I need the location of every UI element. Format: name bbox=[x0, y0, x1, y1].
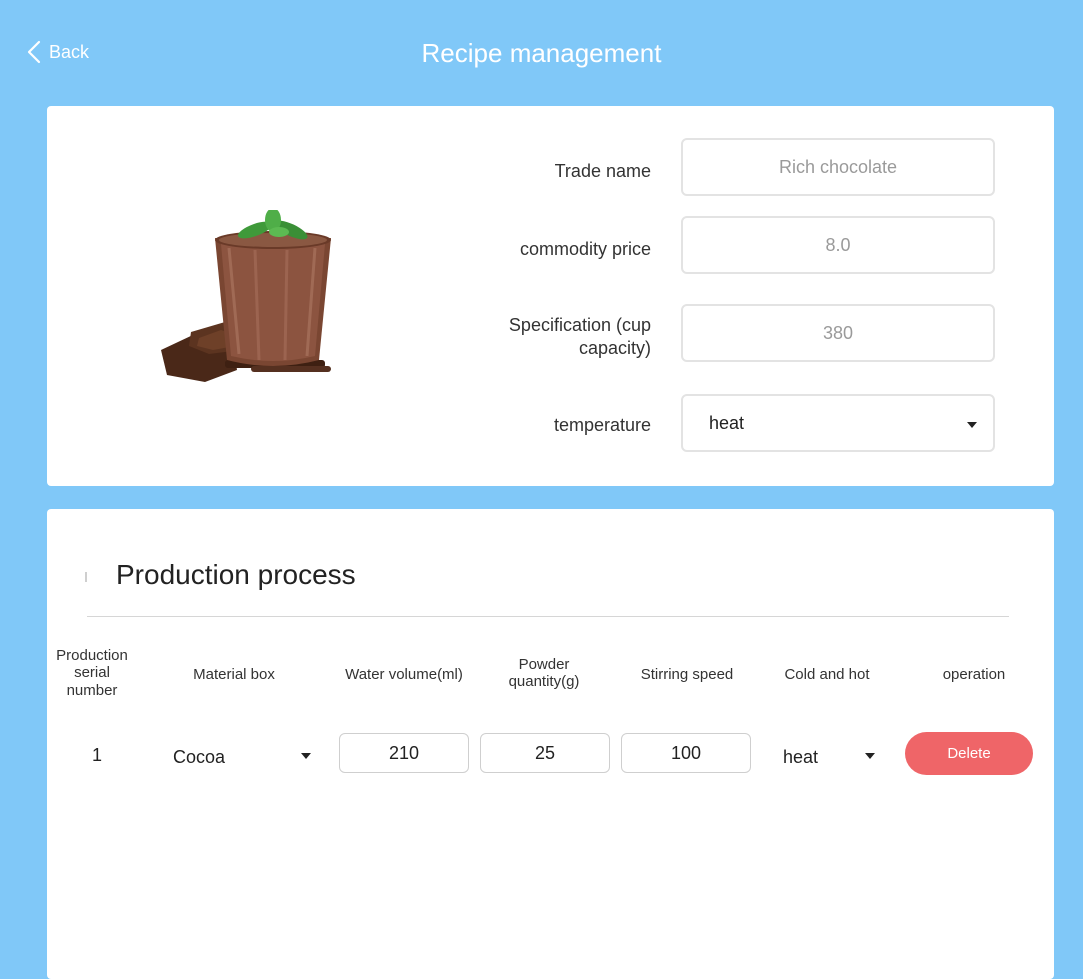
temperature-select[interactable]: heat bbox=[681, 394, 995, 452]
dropdown-caret-icon bbox=[967, 422, 977, 428]
section-title: Production process bbox=[116, 559, 356, 590]
col-header-serial: Production serial number bbox=[56, 647, 128, 699]
price-field[interactable]: 8.0 bbox=[681, 216, 995, 274]
dropdown-caret-icon bbox=[865, 753, 875, 759]
col-header-operation: operation bbox=[942, 666, 1006, 683]
header: Back Recipe management bbox=[0, 0, 1083, 106]
cold-hot-value: heat bbox=[783, 747, 819, 767]
material-value: Cocoa bbox=[173, 747, 226, 767]
stirring-speed-input[interactable]: 100 bbox=[621, 733, 751, 773]
price-label: commodity price bbox=[519, 239, 651, 259]
temperature-label: temperature bbox=[553, 415, 651, 435]
serial-cell: 1 bbox=[92, 745, 103, 765]
delete-button[interactable]: Delete bbox=[905, 732, 1033, 775]
product-info-card: Trade name Rich chocolate commodity pric… bbox=[47, 106, 1054, 486]
col-header-material: Material box bbox=[193, 666, 275, 683]
section-divider bbox=[87, 616, 1009, 617]
col-header-water: Water volume(ml) bbox=[345, 666, 463, 683]
chocolate-drink-image bbox=[161, 210, 331, 382]
section-marker bbox=[85, 572, 87, 582]
water-volume-input[interactable]: 210 bbox=[339, 733, 469, 773]
col-header-cold-hot: Cold and hot bbox=[784, 666, 870, 683]
production-process-card: Production process Production serial num… bbox=[47, 509, 1054, 979]
spec-field[interactable]: 380 bbox=[681, 304, 995, 362]
col-header-powder: Powder quantity(g) bbox=[508, 656, 580, 691]
page-title: Recipe management bbox=[421, 38, 662, 68]
temperature-value: heat bbox=[709, 412, 745, 433]
dropdown-caret-icon bbox=[301, 753, 311, 759]
material-select[interactable]: Cocoa bbox=[163, 735, 313, 775]
trade-name-label: Trade name bbox=[554, 161, 651, 181]
powder-quantity-input[interactable]: 25 bbox=[480, 733, 610, 773]
cold-hot-select[interactable]: heat bbox=[779, 735, 879, 775]
col-header-speed: Stirring speed bbox=[640, 666, 734, 683]
spec-label: Specification (cup capacity) bbox=[508, 315, 651, 358]
trade-name-field[interactable]: Rich chocolate bbox=[681, 138, 995, 196]
